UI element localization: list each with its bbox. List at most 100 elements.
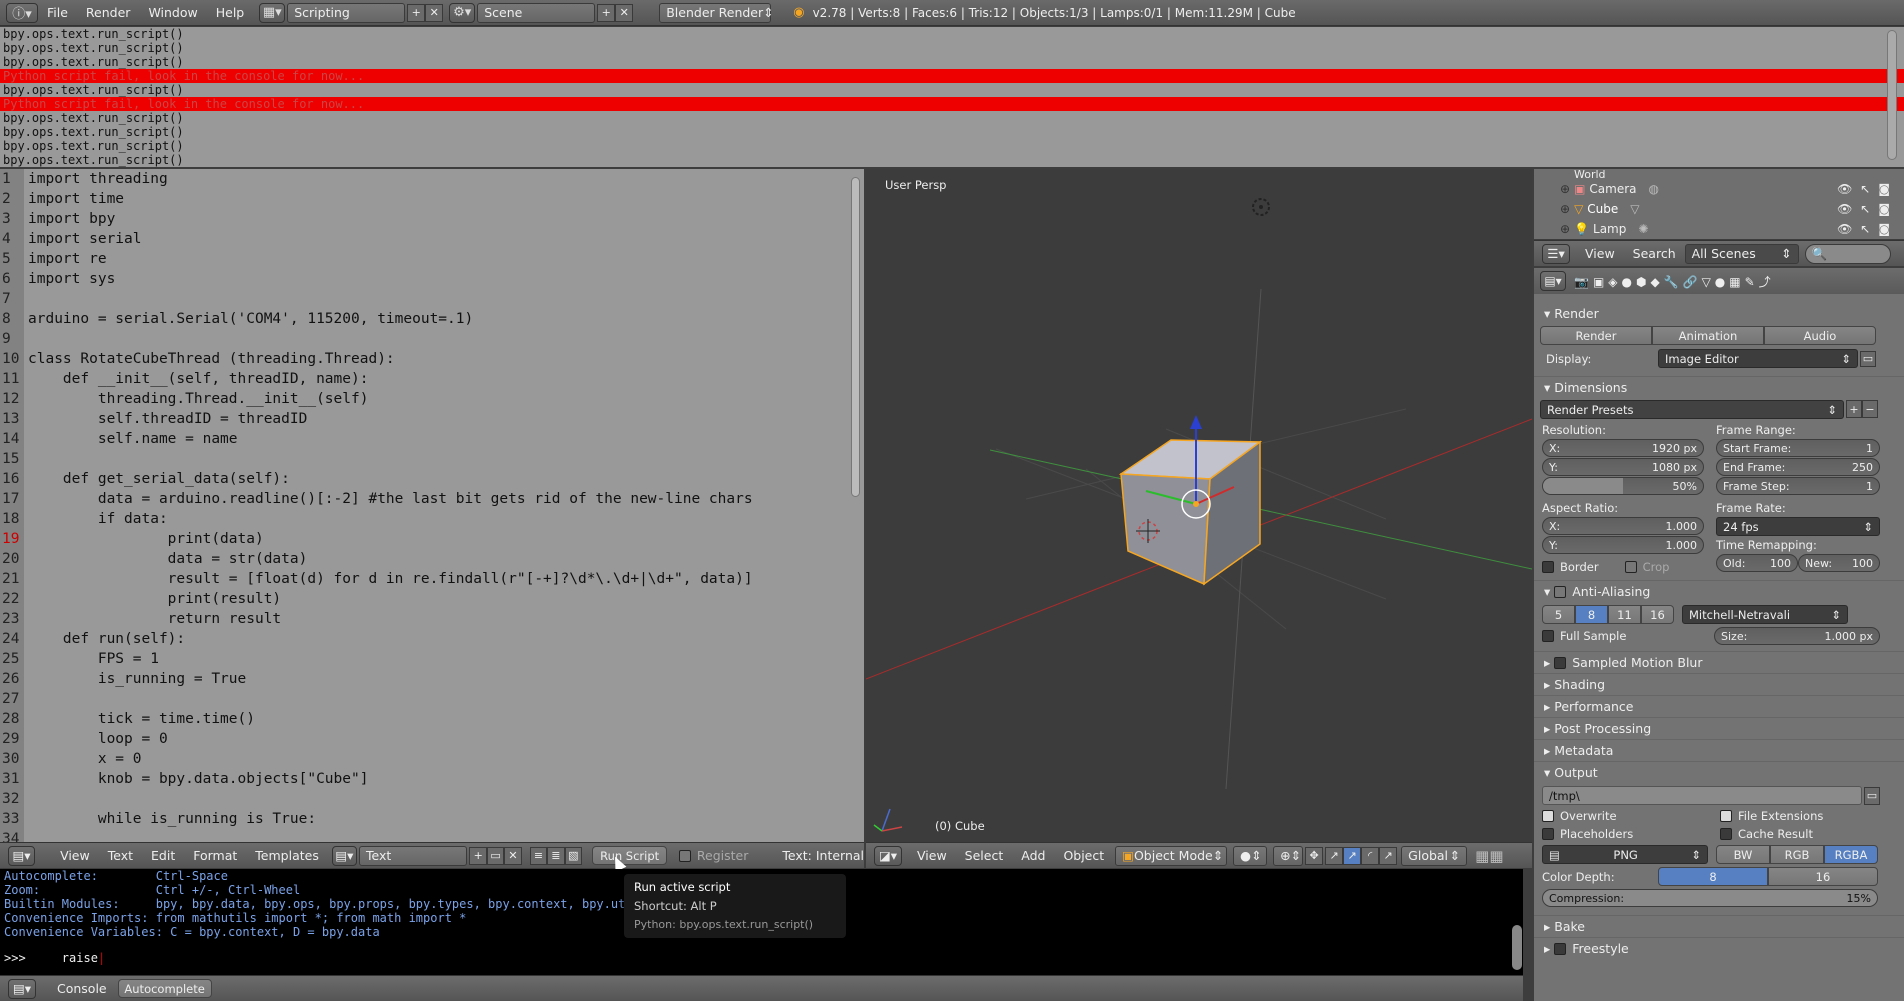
code-line[interactable]: print(data) (28, 529, 753, 549)
outliner-item-world[interactable]: World (1534, 169, 1904, 179)
render-panel-header[interactable]: ▾ Render (1534, 302, 1904, 324)
bake-panel-header[interactable]: ▸ Bake (1534, 915, 1904, 937)
anti-aliasing-checkbox[interactable] (1554, 585, 1567, 598)
file-format-dropdown[interactable]: ▤ PNG ⇕ (1542, 845, 1708, 864)
expand-icon[interactable]: ⊕ (1560, 182, 1570, 196)
console-scrollbar[interactable] (1512, 925, 1522, 970)
frame-rate-dropdown[interactable]: 24 fps ⇕ (1716, 517, 1880, 536)
aa-sample-16[interactable]: 16 (1641, 605, 1674, 624)
code-line[interactable]: if data: (28, 509, 753, 529)
open-text-icon[interactable]: ▭ (486, 846, 505, 865)
outliner-display-dropdown[interactable]: All Scenes ⇕ (1684, 243, 1799, 264)
render-presets-dropdown[interactable]: Render Presets ⇕ (1540, 400, 1844, 419)
code-line[interactable]: class RotateCubeThread (threading.Thread… (28, 349, 753, 369)
code-line[interactable]: while is_running is True: (28, 809, 753, 829)
freestyle-panel-header[interactable]: ▸ Freestyle (1534, 937, 1904, 959)
info-editor-type-icon[interactable]: ⓘ▾ (6, 2, 38, 23)
code-line[interactable]: threading.Thread.__init__(self) (28, 389, 753, 409)
add-layout-icon[interactable]: + (407, 3, 426, 22)
code-line[interactable]: return result (28, 609, 753, 629)
code-line[interactable]: import re (28, 249, 753, 269)
code-line[interactable]: import threading (28, 169, 753, 189)
color-mode-rgb[interactable]: RGB (1770, 845, 1824, 864)
syntax-highlight-toggle-icon[interactable]: ▧ (564, 846, 582, 865)
menu-add[interactable]: Add (1012, 848, 1054, 863)
menu-help[interactable]: Help (207, 5, 254, 20)
output-path-input[interactable]: /tmp\ (1542, 786, 1862, 805)
menu-edit[interactable]: Edit (142, 848, 184, 863)
menu-render[interactable]: Render (77, 5, 140, 20)
anti-aliasing-panel-header[interactable]: ▾ Anti-Aliasing (1534, 580, 1904, 602)
render-engine-dropdown[interactable]: Blender Render ⇕ (659, 2, 774, 23)
resolution-y-field[interactable]: Y: 1080 px (1542, 458, 1704, 476)
code-line[interactable]: tick = time.time() (28, 709, 753, 729)
visibility-icons[interactable]: 👁↖◙ (1837, 182, 1898, 196)
menu-view[interactable]: View (908, 848, 956, 863)
resolution-x-field[interactable]: X: 1920 px (1542, 439, 1704, 457)
outliner-item-cube[interactable]: ⊕ ▽ Cube ▽ 👁↖◙ (1534, 199, 1904, 219)
rotate-arc-icon[interactable]: ◜ (1361, 846, 1380, 865)
new-text-icon[interactable]: + (469, 846, 487, 865)
expand-icon[interactable]: ⊕ (1560, 222, 1570, 236)
file-extensions-checkbox[interactable] (1720, 810, 1732, 822)
code-line[interactable]: loop = 0 (28, 729, 753, 749)
code-line[interactable] (28, 829, 753, 842)
scene-selector[interactable]: Scene (477, 2, 596, 23)
old-field[interactable]: Old: 100 (1716, 554, 1798, 572)
crop-checkbox[interactable] (1624, 561, 1637, 573)
code-line[interactable]: result = [float(d) for d in re.findall(r… (28, 569, 753, 589)
code-line[interactable] (28, 449, 753, 469)
properties-context-tabs[interactable]: 📷▣◈●⬢◆🔧🔗▽●▦✎⤴ (1574, 273, 1775, 290)
remove-scene-icon[interactable]: ✕ (615, 3, 634, 22)
aa-sample-11[interactable]: 11 (1608, 605, 1641, 624)
run-script-button[interactable]: Run Script (592, 846, 668, 865)
remove-layout-icon[interactable]: ✕ (425, 3, 444, 22)
border-checkbox[interactable] (1542, 561, 1554, 573)
code-line[interactable] (28, 289, 753, 309)
color-mode-bw[interactable]: BW (1716, 845, 1770, 864)
render-button[interactable]: Render (1540, 326, 1652, 345)
add-scene-icon[interactable]: + (597, 3, 616, 22)
menu-templates[interactable]: Templates (246, 848, 328, 863)
aa-sample-8[interactable]: 8 (1575, 605, 1608, 624)
post-processing-panel-header[interactable]: ▸ Post Processing (1534, 717, 1904, 739)
menu-select[interactable]: Select (956, 848, 1013, 863)
shading-panel-header[interactable]: ▸ Shading (1534, 673, 1904, 695)
rotate-icon[interactable]: ↗ (1343, 846, 1362, 865)
render-view-icon[interactable]: ▭ (1860, 350, 1876, 367)
console-input[interactable]: raise (26, 951, 98, 965)
outliner-editor-type-icon[interactable]: ☰▾ (1542, 243, 1570, 264)
menu-window[interactable]: Window (139, 5, 206, 20)
frame-step-field[interactable]: Frame Step: 1 (1716, 477, 1880, 495)
mode-dropdown[interactable]: ▣ Object Mode ⇕ (1115, 845, 1228, 866)
color-mode-rgba[interactable]: RGBA (1824, 845, 1878, 864)
register-checkbox[interactable] (679, 849, 691, 862)
text-editor-scrollbar[interactable] (851, 177, 860, 497)
full-sample-checkbox[interactable] (1542, 630, 1554, 642)
code-line[interactable]: self.threadID = threadID (28, 409, 753, 429)
resolution-percentage-slider[interactable]: 50% (1542, 477, 1704, 495)
text-editor[interactable]: 1 2 3 4 5 6 7 8 9 10 11 12 13 14 15 16 17 18 19 20 21 22 23 24 2… (0, 169, 864, 842)
audio-button[interactable]: Audio (1764, 326, 1876, 345)
code-line[interactable]: self.name = name (28, 429, 753, 449)
visibility-icons[interactable]: 👁↖◙ (1837, 202, 1898, 216)
output-panel-header[interactable]: ▾ Output (1534, 761, 1904, 783)
menu-search[interactable]: Search (1624, 246, 1685, 261)
code-line[interactable] (28, 789, 753, 809)
pivot-dropdown[interactable]: ⊕⇕ (1273, 845, 1304, 866)
outliner-search-input[interactable]: 🔍 (1804, 243, 1891, 264)
code-line[interactable] (28, 689, 753, 709)
text-datablock-icon[interactable]: ▤▾ (331, 845, 357, 866)
info-log-scrollbar[interactable] (1887, 30, 1897, 160)
placeholders-checkbox[interactable] (1542, 828, 1554, 840)
motion-blur-checkbox[interactable] (1554, 656, 1567, 669)
code-line[interactable]: def get_serial_data(self): (28, 469, 753, 489)
code-line[interactable]: import bpy (28, 209, 753, 229)
remove-preset-icon[interactable]: − (1862, 400, 1878, 418)
code-line[interactable]: x = 0 (28, 749, 753, 769)
code-line[interactable]: arduino = serial.Serial('COM4', 115200, … (28, 309, 753, 329)
autocomplete-button[interactable]: Autocomplete (117, 979, 212, 998)
line-numbers-toggle-icon[interactable]: ≡ (529, 846, 548, 865)
3d-viewport[interactable]: User Persp (0) Cube (866, 169, 1532, 842)
code-line[interactable]: def __init__(self, threadID, name): (28, 369, 753, 389)
